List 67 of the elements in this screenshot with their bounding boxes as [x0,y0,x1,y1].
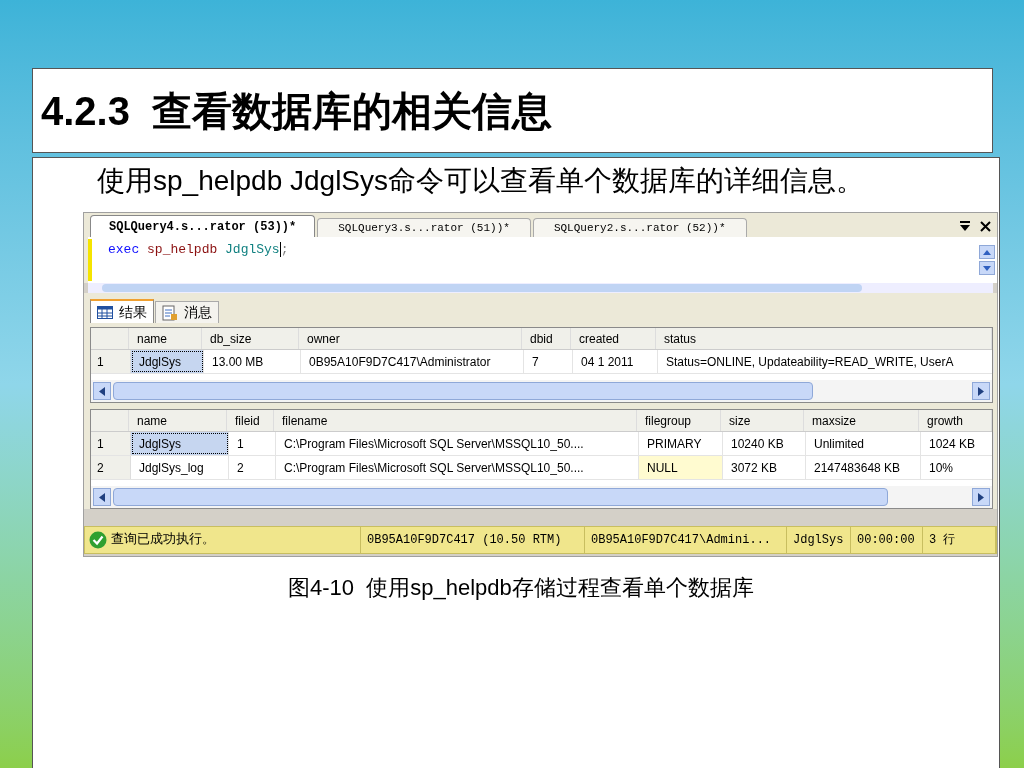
code-token: ; [280,242,289,257]
scrollbar-thumb[interactable] [113,382,813,400]
code-token: JdglSys [225,242,280,257]
table-cell: 10240 KB [723,432,806,455]
column-header[interactable]: name [129,328,202,349]
column-header[interactable]: size [721,410,804,431]
scroll-left-icon[interactable] [93,488,111,506]
success-check-icon [89,531,107,549]
column-header[interactable]: dbid [522,328,571,349]
table-cell: JdglSys [131,350,204,373]
scroll-left-icon[interactable] [93,382,111,400]
table-cell: C:\Program Files\Microsoft SQL Server\MSSQL10_50.... [276,432,639,455]
scroll-down-icon[interactable] [979,261,995,275]
dropdown-icon[interactable] [960,221,970,231]
table-cell: 2 [229,456,276,479]
code-token: sp_helpdb [147,242,218,257]
column-header[interactable]: fileid [227,410,274,431]
status-user: 0B95A10F9D7C417\Admini... [585,527,787,553]
column-header[interactable]: name [129,410,227,431]
figure-caption: 图4-10 使用sp_helpdb存储过程查看单个数据库 [288,574,755,602]
table-cell: Status=ONLINE, Updateability=READ_WRITE, UserA [658,350,994,373]
result-tab[interactable]: 结果 [90,299,154,323]
table-cell: 04 1 2011 [573,350,658,373]
table-cell: 10% [921,456,994,479]
table-cell: 0B95A10F9D7C417\Administrator [301,350,524,373]
column-header[interactable]: filegroup [637,410,721,431]
table-cell: PRIMARY [639,432,723,455]
row-number: 1 [91,350,131,373]
row-number: 2 [91,456,131,479]
close-icon[interactable] [980,220,991,232]
column-header[interactable]: growth [919,410,992,431]
column-header[interactable]: created [571,328,656,349]
status-rows: 3 行 [923,527,996,553]
document-icon [162,304,178,321]
table-cell: 3072 KB [723,456,806,479]
intro-paragraph: 使用sp_helpdb JdglSys命令可以查看单个数据库的详细信息。 [96,164,866,198]
column-header[interactable]: filename [274,410,637,431]
status-server: 0B95A10F9D7C417 (10.50 RTM) [361,527,585,553]
table-cell: 1 [229,432,276,455]
table-cell: JdglSys [131,432,229,455]
result-tab[interactable]: 消息 [155,301,219,323]
status-message: 查询已成功执行。 [111,531,215,550]
code-token: exec [108,242,140,257]
query-tab[interactable]: SQLQuery2.s...rator (52))* [532,218,747,237]
query-tab[interactable]: SQLQuery4.s...rator (53))* [90,215,316,237]
table-cell: 1024 KB [921,432,994,455]
column-header[interactable]: db_size [202,328,299,349]
horizontal-scrollbar[interactable] [88,283,993,293]
table-cell: NULL [639,456,723,479]
column-header[interactable]: maxsize [804,410,919,431]
table-cell: JdglSys_log [131,456,229,479]
table-cell: Unlimited [806,432,921,455]
row-number: 1 [91,432,131,455]
scroll-right-icon[interactable] [972,488,990,506]
query-tab[interactable]: SQLQuery3.s...rator (51))* [317,218,531,237]
status-database: JdglSys [787,527,851,553]
scrollbar-thumb[interactable] [113,488,888,506]
table-cell: 2147483648 KB [806,456,921,479]
table-cell: 13.00 MB [204,350,301,373]
grid-icon [97,305,113,319]
scroll-right-icon[interactable] [972,382,990,400]
column-header[interactable]: owner [299,328,522,349]
status-time: 00:00:00 [851,527,923,553]
slide-title: 4.2.3 查看数据库的相关信息 [41,87,553,135]
table-cell: 7 [524,350,573,373]
column-header[interactable]: status [656,328,992,349]
scroll-up-icon[interactable] [979,245,995,259]
